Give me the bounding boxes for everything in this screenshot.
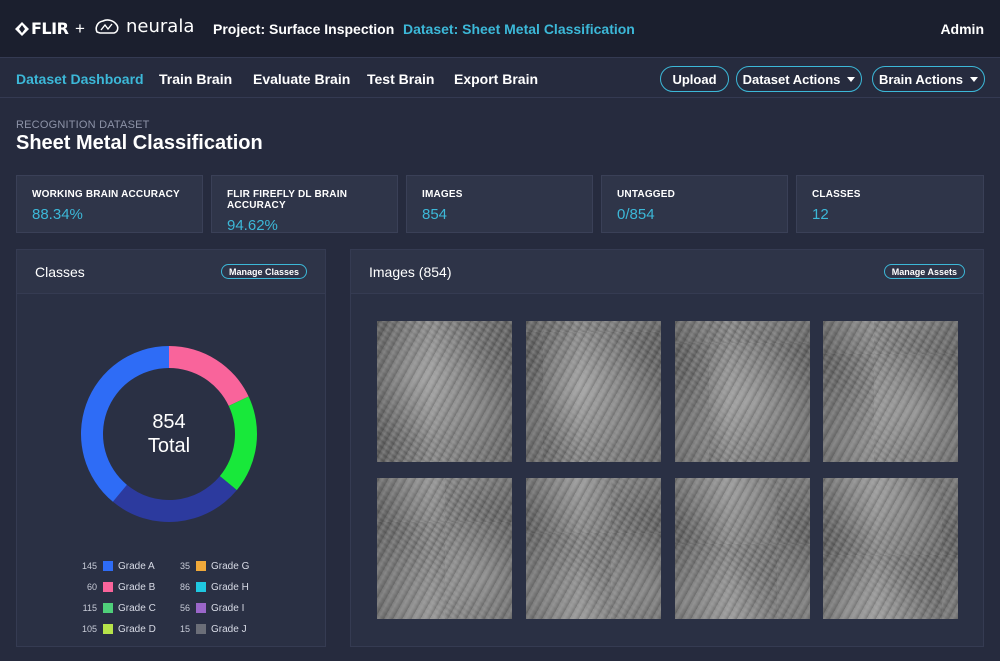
legend-label: Grade H (211, 581, 249, 593)
stat-label: WORKING BRAIN ACCURACY (32, 189, 180, 200)
classes-card-header: Classes Manage Classes (17, 250, 325, 294)
stat-label: FLIR FIREFLY DL BRAIN ACCURACY (227, 189, 348, 211)
legend-count: 145 (81, 561, 97, 571)
classes-card-title: Classes (35, 264, 85, 280)
legend-label: Grade B (118, 581, 156, 593)
caret-down-icon (970, 76, 979, 82)
image-thumbnail[interactable] (377, 321, 512, 462)
stat-value: 12 (812, 206, 829, 223)
legend-swatch (103, 624, 113, 634)
images-card-header: Images (854) Manage Assets (351, 250, 983, 294)
neurala-logo[interactable]: neurala (94, 16, 194, 37)
images-card-title: Images (854) (369, 264, 452, 280)
brain-actions-label: Brain Actions (878, 71, 964, 87)
flir-logo-text: FLIR (31, 19, 69, 38)
legend-count: 15 (179, 624, 190, 634)
neurala-logo-text: neurala (126, 16, 195, 37)
legend-label: Grade D (118, 623, 156, 635)
legend-item-grade-c[interactable]: 115 Grade C (71, 602, 156, 614)
image-thumbnail[interactable] (526, 478, 661, 619)
image-thumbnail[interactable] (526, 321, 661, 462)
tab-dataset-dashboard[interactable]: Dataset Dashboard (16, 71, 144, 87)
user-menu[interactable]: Admin (940, 21, 984, 37)
legend-label: Grade A (118, 560, 155, 572)
upload-button-label: Upload (672, 71, 717, 87)
logo-plus: + (75, 19, 85, 38)
dataset-breadcrumb[interactable]: Dataset: Sheet Metal Classification (403, 21, 635, 37)
images-card: Images (854) Manage Assets (350, 249, 984, 647)
legend-item-grade-d[interactable]: 105 Grade D (71, 623, 156, 635)
upload-button[interactable]: Upload (660, 66, 729, 92)
stat-flir-firefly-accuracy: FLIR FIREFLY DL BRAIN ACCURACY 94.62% (211, 175, 398, 234)
legend-count: 35 (179, 561, 190, 571)
legend-item-grade-j[interactable]: 15 Grade J (164, 623, 247, 635)
legend-swatch (103, 582, 113, 592)
project-breadcrumb[interactable]: Project: Surface Inspection (213, 21, 394, 37)
stat-value: 0/854 (617, 206, 655, 223)
legend-label: Grade I (211, 602, 245, 614)
manage-classes-button[interactable]: Manage Classes (220, 264, 307, 279)
dataset-actions-button[interactable]: Dataset Actions (736, 66, 862, 92)
classes-card: Classes Manage Classes 854 Total 145 Grad… (16, 249, 326, 647)
stat-value: 94.62% (227, 217, 278, 234)
legend-count: 56 (179, 603, 190, 613)
legend-count: 115 (82, 603, 97, 613)
tab-export-brain[interactable]: Export Brain (454, 71, 538, 87)
donut-total-number: 854 (152, 411, 186, 433)
flir-logo-icon (15, 21, 29, 36)
legend-item-grade-g[interactable]: 35 Grade G (164, 560, 249, 572)
legend-label: Grade J (211, 623, 247, 635)
image-thumbnail[interactable] (823, 321, 958, 462)
legend-count: 60 (86, 582, 97, 592)
legend-count: 86 (179, 582, 190, 592)
stat-label: UNTAGGED (617, 189, 676, 200)
class-donut-chart: 854 Total (79, 344, 259, 524)
stat-value: 854 (422, 206, 448, 223)
legend-item-grade-i[interactable]: 56 Grade I (164, 602, 244, 614)
stat-untagged: UNTAGGED 0/854 (601, 175, 788, 233)
stat-label: CLASSES (812, 189, 861, 200)
tab-test-brain[interactable]: Test Brain (367, 71, 434, 87)
stat-label: IMAGES (422, 189, 463, 200)
legend-item-grade-b[interactable]: 60 Grade B (71, 581, 155, 593)
flir-logo[interactable]: FLIR (15, 19, 69, 38)
page-subtitle: RECOGNITION DATASET (16, 119, 150, 131)
manage-assets-button[interactable]: Manage Assets (883, 264, 965, 279)
tab-train-brain[interactable]: Train Brain (159, 71, 232, 87)
brain-actions-button[interactable]: Brain Actions (872, 66, 985, 92)
neurala-brain-icon (95, 18, 119, 34)
legend-label: Grade C (118, 602, 156, 614)
legend-item-grade-a[interactable]: 145 Grade A (71, 560, 155, 572)
page-title: Sheet Metal Classification (16, 132, 263, 154)
legend-swatch (196, 603, 206, 613)
image-thumbnail[interactable] (675, 478, 810, 619)
nav-bar: Dataset Dashboard Train Brain Evaluate B… (0, 58, 1000, 98)
legend-swatch (196, 624, 206, 634)
legend-swatch (196, 561, 206, 571)
legend-swatch (103, 561, 113, 571)
dataset-actions-label: Dataset Actions (742, 71, 841, 87)
donut-total-label: Total (147, 435, 191, 457)
stat-images: IMAGES 854 (406, 175, 593, 233)
tab-evaluate-brain[interactable]: Evaluate Brain (253, 71, 350, 87)
caret-down-icon (847, 76, 856, 82)
top-bar: FLIR + neurala Project: Surface Inspecti… (0, 0, 1000, 58)
image-thumbnail[interactable] (377, 478, 512, 619)
donut-center: 854 Total (79, 344, 259, 524)
stat-classes: CLASSES 12 (796, 175, 984, 233)
legend-swatch (103, 603, 113, 613)
legend-label: Grade G (211, 560, 250, 572)
stat-working-brain-accuracy: WORKING BRAIN ACCURACY 88.34% (16, 175, 203, 233)
image-thumbnail[interactable] (675, 321, 810, 462)
legend-item-grade-h[interactable]: 86 Grade H (164, 581, 249, 593)
legend-swatch (196, 582, 206, 592)
legend-count: 105 (81, 624, 97, 634)
image-thumbnail[interactable] (823, 478, 958, 619)
stat-value: 88.34% (32, 206, 83, 223)
